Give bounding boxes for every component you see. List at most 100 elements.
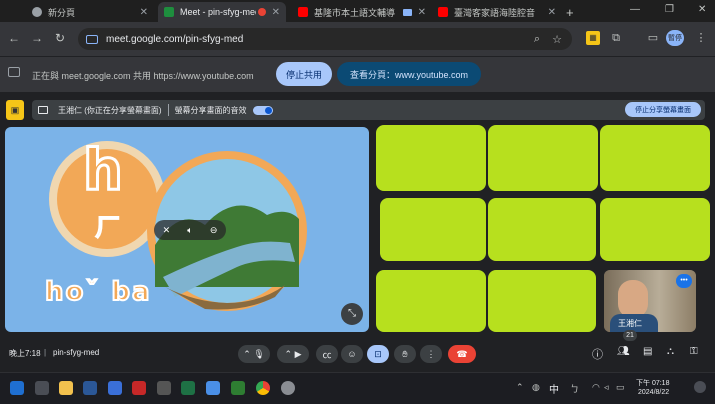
divider [167, 104, 169, 116]
mic-button[interactable]: ⌃ 🎙︎ [238, 345, 270, 363]
audio-toggle[interactable] [252, 105, 273, 115]
tray-expand-icon[interactable]: ⌃ [516, 382, 524, 393]
swap-icon[interactable]: ⤡ [341, 303, 363, 325]
chevron-up-icon: ⌃ [284, 348, 293, 359]
tab-youtube-1[interactable]: 基隆市本土語文輔導 ✕ [292, 2, 432, 22]
participant-tile[interactable] [376, 125, 486, 191]
participant-tile[interactable] [488, 125, 598, 191]
presenting-bar: 王湘仁 (你正在分享螢幕畫面) 螢幕分享畫面的音效 停止分享螢幕畫面 [32, 100, 705, 120]
menu-kebab-icon[interactable]: ⋮ [694, 31, 708, 45]
youtube-icon [438, 7, 448, 17]
app-icon[interactable] [83, 381, 97, 395]
remove-icon[interactable]: ⊖ [210, 225, 218, 236]
reactions-button[interactable]: ☺ [341, 345, 363, 363]
profile-label: 暫停 [668, 35, 682, 42]
puzzle-icon[interactable]: ⧉ [609, 31, 623, 45]
participant-tile[interactable] [380, 198, 486, 261]
tab-meet[interactable]: Meet - pin-sfyg-med ✕ [158, 2, 286, 22]
tray-time[interactable]: 下午 07:18 [636, 378, 669, 388]
tile-controls: ✕ 🔈︎ ⊖ [154, 220, 226, 240]
present-screen-icon: ⊡ [374, 348, 382, 359]
separator: | [44, 348, 47, 357]
tab-new-tab[interactable]: 新分頁 ✕ [26, 2, 154, 22]
stop-presenting-button[interactable]: 停止分享螢幕畫面 [625, 102, 701, 117]
audio-share-text: 螢幕分享畫面的音效 [174, 105, 247, 115]
mcafee-icon[interactable] [132, 381, 146, 395]
excel-icon[interactable] [181, 381, 195, 395]
participant-tile[interactable] [600, 198, 710, 261]
reload-icon[interactable]: ↻ [55, 31, 65, 45]
minimize-icon[interactable]: — [630, 4, 640, 15]
task-view-icon[interactable] [35, 381, 49, 395]
chevron-up-icon: ⌃ [243, 348, 251, 359]
url-text: meet.google.com/pin-sfyg-med [106, 33, 244, 45]
app-icon[interactable] [108, 381, 122, 395]
bookmark-star-icon[interactable]: ☆ [552, 33, 562, 46]
video-icon: ▶ [294, 348, 302, 359]
pin-off-icon[interactable]: ✕ [163, 225, 171, 236]
participant-tile[interactable] [600, 125, 710, 191]
tab-youtube-2[interactable]: 臺灣客家語海陸腔音 ✕ [432, 2, 562, 22]
close-icon[interactable]: ✕ [418, 7, 426, 18]
mic-icon: 🎙︎ [253, 348, 265, 359]
notification-icon[interactable] [694, 381, 706, 393]
settings-gear-icon[interactable] [281, 381, 295, 395]
captions-button[interactable]: ㏄ [316, 345, 338, 363]
stop-sharing-button[interactable]: 停止共用 [276, 62, 332, 86]
activities-icon[interactable]: ⛬ [667, 346, 674, 357]
self-view-name: 王湘仁 [618, 319, 642, 328]
slide-syllables: hoˇ ba [44, 276, 152, 308]
meet-area: ▣ 王湘仁 (你正在分享螢幕畫面) 螢幕分享畫面的音效 停止分享螢幕畫面 h ㄏ… [0, 92, 715, 372]
captions-icon: ㏄ [322, 349, 332, 360]
present-button[interactable]: ⊡ [367, 345, 389, 363]
windows-start-icon[interactable] [10, 381, 24, 395]
meeting-controls: 晚上7:18 | pin-sfyg-med ⌃ 🎙︎ ⌃ ▶ ㏄ ☺ ⊡ ✋︎ … [0, 330, 715, 372]
tab-title: 臺灣客家語海陸腔音 [454, 7, 536, 18]
zoom-icon[interactable]: ⌕ [534, 33, 540, 46]
close-icon[interactable]: ✕ [548, 7, 556, 18]
maximize-icon[interactable]: ❐ [665, 4, 674, 15]
address-bar[interactable]: meet.google.com/pin-sfyg-med ⌕ ☆ [78, 28, 572, 50]
camera-button[interactable]: ⌃ ▶ [277, 345, 309, 363]
extension-icon[interactable]: ▦ [586, 31, 600, 45]
forward-icon[interactable]: → [31, 31, 43, 45]
host-controls-icon[interactable]: ⚿ [690, 346, 698, 357]
sidepanel-icon[interactable]: ▭ [646, 31, 660, 45]
profile-chip[interactable]: 暫停 [666, 30, 684, 46]
view-tab-button[interactable]: 查看分頁：www.youtube.com [337, 62, 481, 86]
wifi-icon[interactable]: ◠ [592, 382, 600, 393]
self-view-tile[interactable]: ••• 王湘仁 [604, 270, 696, 332]
sharing-infobar: 正在與 meet.google.com 共用 https://www.youtu… [0, 56, 715, 92]
battery-icon[interactable]: ▭ [616, 382, 625, 393]
emoji-icon: ☺ [347, 349, 357, 359]
participant-tile[interactable] [488, 270, 596, 332]
camera-icon [86, 34, 98, 44]
document-icon[interactable] [206, 381, 220, 395]
close-icon[interactable]: ✕ [140, 7, 148, 18]
sheets-icon[interactable] [231, 381, 245, 395]
checkmark-app-icon[interactable] [157, 381, 171, 395]
raise-hand-button[interactable]: ✋︎ [394, 345, 416, 363]
tray-icon[interactable]: ◍ [532, 382, 540, 393]
participant-tile[interactable] [376, 270, 486, 332]
ime-indicator[interactable]: 中 [549, 381, 559, 396]
volume-tray-icon[interactable]: ◃ [604, 382, 609, 393]
tab-title: 新分頁 [48, 7, 76, 18]
chrome-icon[interactable] [256, 381, 270, 395]
chat-icon[interactable]: ▤ [643, 346, 652, 357]
close-window-icon[interactable]: ✕ [698, 4, 706, 15]
tray-date[interactable]: 2024/8/22 [638, 389, 669, 396]
participant-tile[interactable] [488, 198, 596, 261]
ime-mode-icon[interactable]: ㄅ [570, 382, 579, 395]
back-icon[interactable]: ← [8, 31, 20, 45]
close-icon[interactable]: ✕ [272, 7, 280, 18]
people-icon[interactable]: 👥︎ [617, 346, 630, 357]
shared-screen: h ㄏ hoˇ ba ✕ 🔈︎ ⊖ ⤡ [5, 127, 369, 332]
file-explorer-icon[interactable] [59, 381, 73, 395]
leave-call-button[interactable]: ☎︎ [448, 345, 476, 363]
info-icon[interactable]: ⓘ [592, 346, 603, 362]
new-tab-button[interactable]: + [566, 2, 586, 22]
volume-icon[interactable]: 🔈︎ [187, 225, 192, 236]
more-options-button[interactable]: ⋮ [420, 345, 442, 363]
more-options-icon[interactable]: ••• [676, 274, 692, 288]
